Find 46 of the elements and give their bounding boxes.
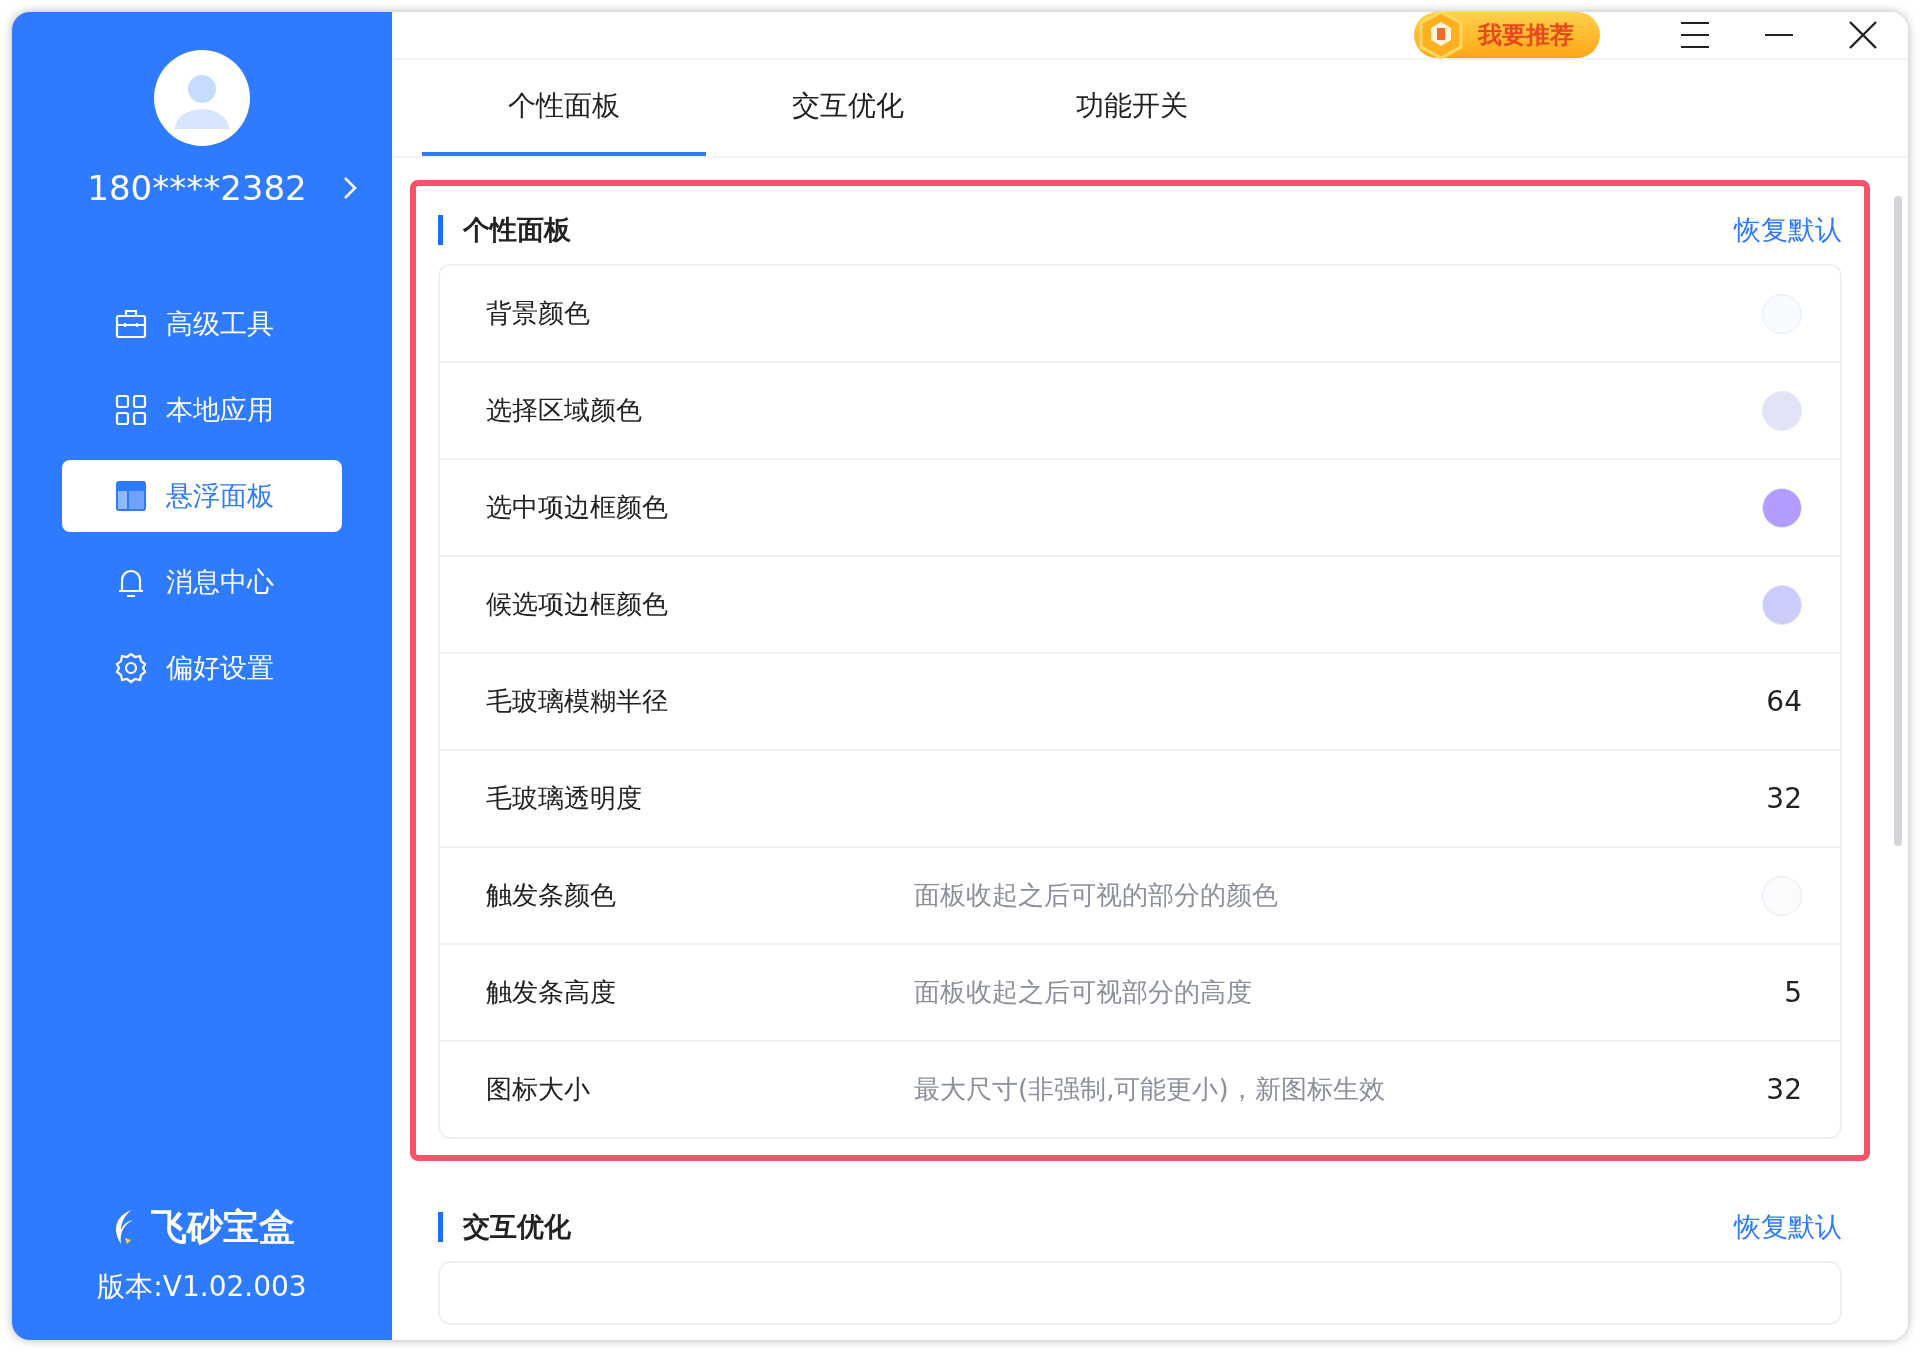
setting-value[interactable]: 5 <box>1762 976 1802 1009</box>
setting-value[interactable]: 32 <box>1762 1073 1802 1106</box>
setting-value[interactable]: 64 <box>1762 685 1802 718</box>
setting-label: 图标大小 <box>486 1073 591 1106</box>
setting-value[interactable]: 32 <box>1762 782 1802 815</box>
grid-icon <box>114 393 148 427</box>
setting-label: 触发条高度 <box>486 976 617 1009</box>
chevron-right-icon[interactable] <box>342 176 357 200</box>
setting-description: 面板收起之后可视部分的高度 <box>914 976 1253 1009</box>
version-text: 版本:V1.02.003 <box>97 1269 307 1305</box>
toolbox-icon <box>114 307 148 341</box>
setting-description: 面板收起之后可视的部分的颜色 <box>914 879 1279 912</box>
reset-link[interactable]: 恢复默认 <box>1734 212 1842 248</box>
color-swatch[interactable] <box>1762 875 1802 916</box>
setting-label: 毛玻璃透明度 <box>486 782 643 815</box>
color-swatch[interactable] <box>1762 293 1802 334</box>
account-name: 180****2382 <box>87 168 307 208</box>
settings-icon <box>114 651 148 685</box>
nav-item[interactable]: 本地应用 <box>62 374 342 446</box>
recommend-button[interactable]: 我要推荐 <box>1414 12 1600 58</box>
section-title: 个性面板 <box>438 215 571 245</box>
color-swatch[interactable] <box>1762 487 1802 528</box>
reset-link[interactable]: 恢复默认 <box>1734 1209 1842 1245</box>
nav-item[interactable]: 悬浮面板 <box>62 460 342 532</box>
color-swatch[interactable] <box>1762 390 1802 431</box>
nav-item[interactable]: 消息中心 <box>62 546 342 618</box>
setting-label: 选择区域颜色 <box>486 394 643 427</box>
nav-item[interactable]: 偏好设置 <box>62 632 342 704</box>
scrollbar[interactable] <box>1894 196 1902 846</box>
setting-label: 选中项边框颜色 <box>486 491 669 524</box>
layout-icon <box>114 479 148 513</box>
tab[interactable]: 交互优化 <box>706 60 990 156</box>
section-title: 交互优化 <box>438 1212 571 1242</box>
tab[interactable]: 个性面板 <box>422 60 706 156</box>
close-icon[interactable] <box>1848 20 1878 50</box>
setting-label: 背景颜色 <box>486 297 591 330</box>
minimize-icon[interactable] <box>1764 33 1794 37</box>
setting-label: 触发条颜色 <box>486 879 617 912</box>
menu-icon[interactable] <box>1680 21 1710 49</box>
setting-description: 最大尺寸(非强制,可能更小)，新图标生效 <box>914 1073 1386 1106</box>
setting-label: 候选项边框颜色 <box>486 588 669 621</box>
nav-item[interactable]: 高级工具 <box>62 288 342 360</box>
tab[interactable]: 功能开关 <box>990 60 1274 156</box>
color-swatch[interactable] <box>1762 584 1802 625</box>
setting-label: 毛玻璃模糊半径 <box>486 685 669 718</box>
brand-name: 飞砂宝盒 <box>151 1205 295 1249</box>
